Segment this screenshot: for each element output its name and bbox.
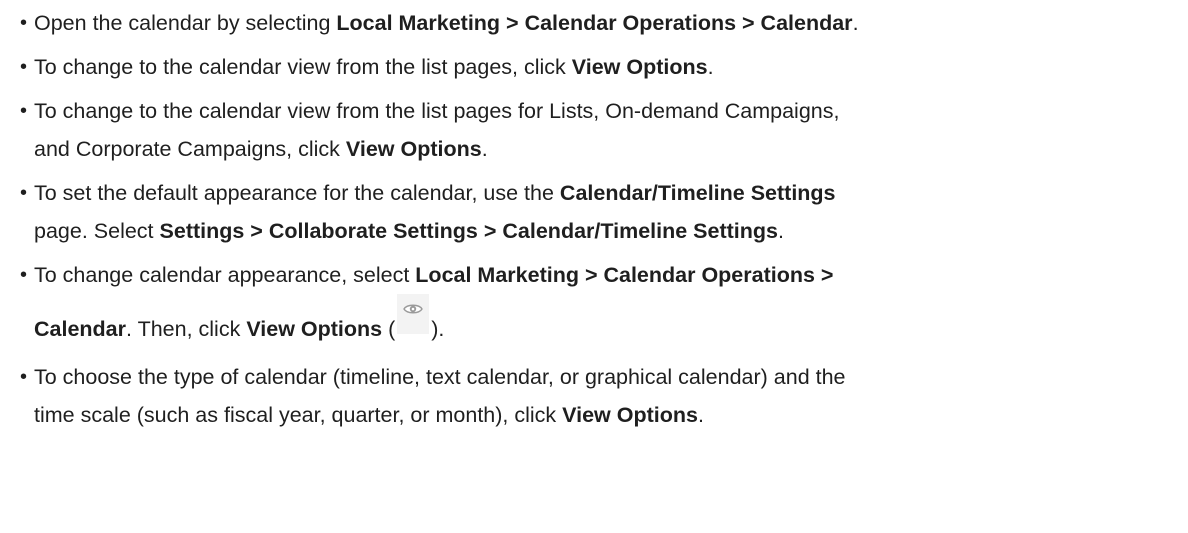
item-bold-text: View Options xyxy=(562,403,698,427)
bullet-list: Open the calendar by selecting Local Mar… xyxy=(20,4,1174,434)
item-text: . Then, click xyxy=(126,317,247,341)
item-bold-text: View Options xyxy=(571,55,708,79)
list-item: To change to the calendar view from the … xyxy=(20,92,1174,168)
item-bold-text: Local Marketing > Calendar Operations > xyxy=(415,263,834,287)
view-options-button-image xyxy=(397,294,430,334)
item-text: . xyxy=(852,11,859,35)
item-text: page. Select xyxy=(34,219,160,243)
item-text: To set the default appearance for the ca… xyxy=(34,181,560,205)
list-item: To set the default appearance for the ca… xyxy=(20,174,1174,250)
item-text: ). xyxy=(431,317,445,341)
item-bold-text: Settings > Collaborate Settings > Calend… xyxy=(159,219,778,243)
item-text: . xyxy=(707,55,714,79)
list-item: To change calendar appearance, select Lo… xyxy=(20,256,1174,352)
item-text: To change to the calendar view from the … xyxy=(34,55,572,79)
list-item: Open the calendar by selecting Local Mar… xyxy=(20,4,1174,42)
item-text: . xyxy=(778,219,784,243)
item-line: To set the default appearance for the ca… xyxy=(34,174,1174,212)
item-text: To change calendar appearance, select xyxy=(34,263,416,287)
item-text: ( xyxy=(382,317,396,341)
item-text: To choose the type of calendar (timeline… xyxy=(34,365,846,389)
item-text: To change to the calendar view from the … xyxy=(34,99,840,123)
item-bold-text: Local Marketing > Calendar Operations > … xyxy=(336,11,853,35)
item-line: To change calendar appearance, select Lo… xyxy=(34,256,1174,294)
item-text: time scale (such as fiscal year, quarter… xyxy=(34,403,563,427)
item-bold-text: Calendar/Timeline Settings xyxy=(559,181,836,205)
item-line: Calendar. Then, click View Options (). xyxy=(34,294,1174,352)
eye-icon xyxy=(403,304,424,314)
list-item: To change to the calendar view from the … xyxy=(20,48,1174,86)
item-text: and Corporate Campaigns, click xyxy=(34,137,346,161)
item-line: page. Select Settings > Collaborate Sett… xyxy=(34,212,1174,250)
item-text: . xyxy=(697,403,704,427)
item-bold-text: View Options xyxy=(246,317,383,341)
item-bold-text: Calendar xyxy=(34,317,127,341)
item-bold-text: View Options xyxy=(345,137,482,161)
document-body: Open the calendar by selecting Local Mar… xyxy=(0,0,1188,533)
item-text: . xyxy=(481,137,488,161)
item-line: and Corporate Campaigns, click View Opti… xyxy=(34,130,1174,168)
item-line: time scale (such as fiscal year, quarter… xyxy=(34,396,1174,434)
item-text: Open the calendar by selecting xyxy=(34,11,337,35)
list-item: To choose the type of calendar (timeline… xyxy=(20,358,1174,434)
